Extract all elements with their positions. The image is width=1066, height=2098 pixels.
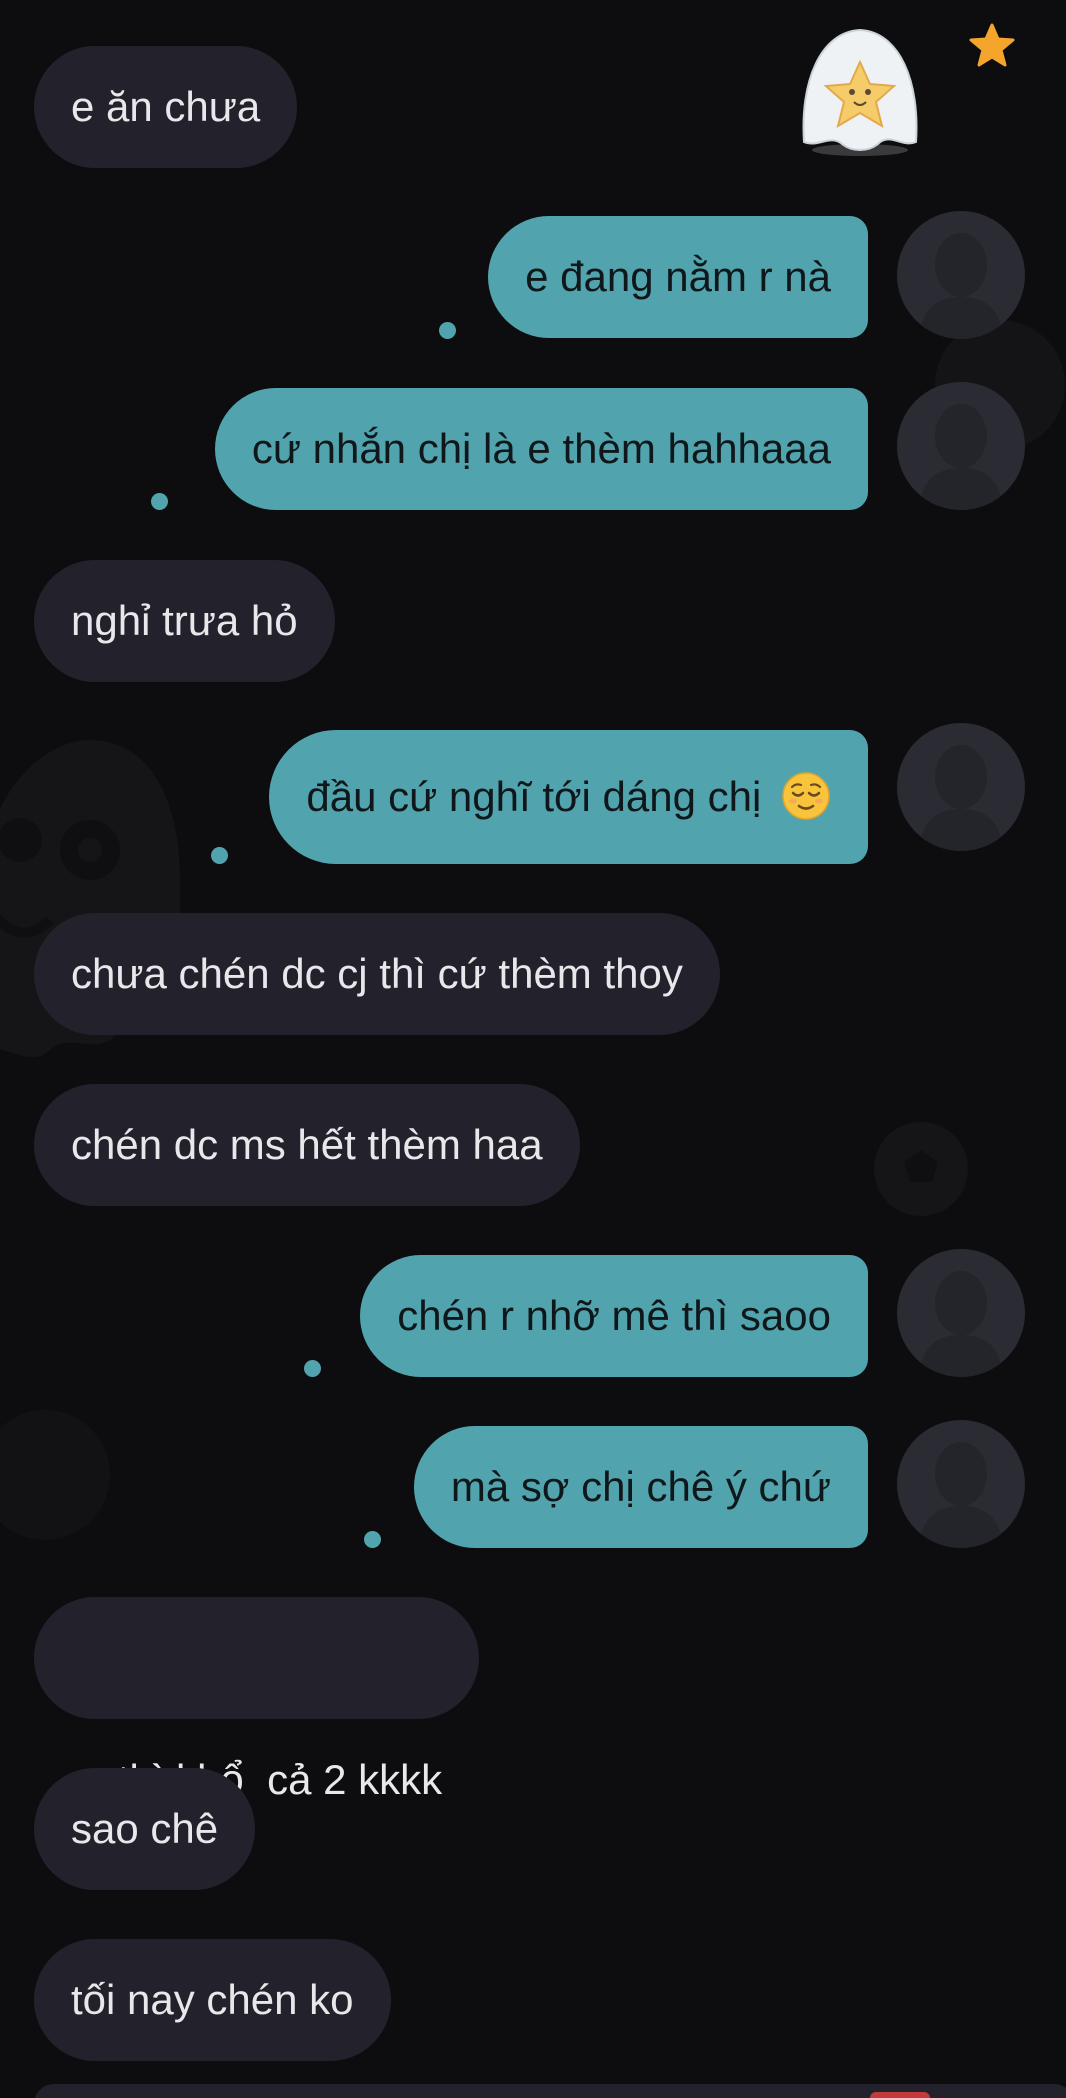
avatar[interactable] [897, 382, 1025, 510]
outgoing-message-bubble[interactable]: cứ nhắn chị là e thèm hahhaaa [214, 388, 868, 510]
incoming-message-bubble[interactable]: chén dc ms hết thèm haa [34, 1084, 580, 1206]
avatar[interactable] [897, 211, 1025, 339]
bubble-tail-dot [211, 847, 228, 864]
default-avatar-icon [919, 233, 1003, 339]
incoming-message-bubble[interactable]: e ăn chưa [34, 46, 298, 168]
background-circle [0, 1410, 110, 1540]
ghost-star-sticker-icon[interactable] [790, 22, 930, 162]
relieved-face-emoji-icon [782, 772, 830, 820]
notification-badge [870, 2092, 930, 2098]
outgoing-message-bubble[interactable]: e đang nằm r nà [488, 216, 868, 338]
incoming-message-bubble[interactable]: thì khổ cả 2 kkkk [34, 1597, 480, 1803]
outgoing-message-bubble[interactable]: chén r nhỡ mê thì saoo [360, 1255, 868, 1377]
incoming-message-bubble[interactable]: tối nay chén ko [34, 1939, 391, 2061]
message-text: cứ nhắn chị là e thèm hahhaaa [251, 425, 831, 472]
message-text: e đang nằm r nà [525, 253, 831, 300]
message-text: e ăn chưa [71, 83, 261, 130]
avatar[interactable] [897, 723, 1025, 851]
default-avatar-icon [919, 745, 1003, 851]
outgoing-message-bubble[interactable]: mà sợ chị chê ý chứ [413, 1426, 868, 1548]
message-text: chưa chén dc cj thì cứ thèm thoy [71, 950, 683, 997]
message-text: mà sợ chị chê ý chứ [450, 1463, 831, 1510]
incoming-message-bubble[interactable]: chưa chén dc cj thì cứ thèm thoy [34, 913, 720, 1035]
message-text: sao chê [71, 1805, 219, 1852]
default-avatar-icon [919, 1271, 1003, 1377]
default-avatar-icon [919, 1442, 1003, 1548]
message-text: đầu cứ nghĩ tới dáng chị [306, 773, 762, 820]
outgoing-message-bubble[interactable]: đầu cứ nghĩ tới dáng chị [269, 730, 868, 864]
message-text: nghỉ trưa hỏ [71, 597, 298, 644]
avatar[interactable] [897, 1420, 1025, 1548]
bubble-tail-dot [151, 493, 168, 510]
chat-thread[interactable]: e ăn chưa e đang nằm r nà cứ nhắn chị là… [0, 0, 1066, 2098]
background-ball-icon [874, 1122, 968, 1216]
message-text: chén dc ms hết thèm haa [71, 1121, 543, 1168]
message-text: tối nay chén ko [71, 1976, 354, 2023]
message-text: chén r nhỡ mê thì saoo [397, 1292, 831, 1339]
bubble-tail-dot [439, 322, 456, 339]
avatar[interactable] [897, 1249, 1025, 1377]
bubble-tail-dot [304, 1360, 321, 1377]
incoming-message-bubble[interactable]: nghỉ trưa hỏ [34, 560, 335, 682]
bubble-tail-dot [364, 1531, 381, 1548]
default-avatar-icon [919, 404, 1003, 510]
incoming-message-bubble[interactable]: sao chê [34, 1768, 256, 1890]
star-icon[interactable] [968, 22, 1016, 70]
